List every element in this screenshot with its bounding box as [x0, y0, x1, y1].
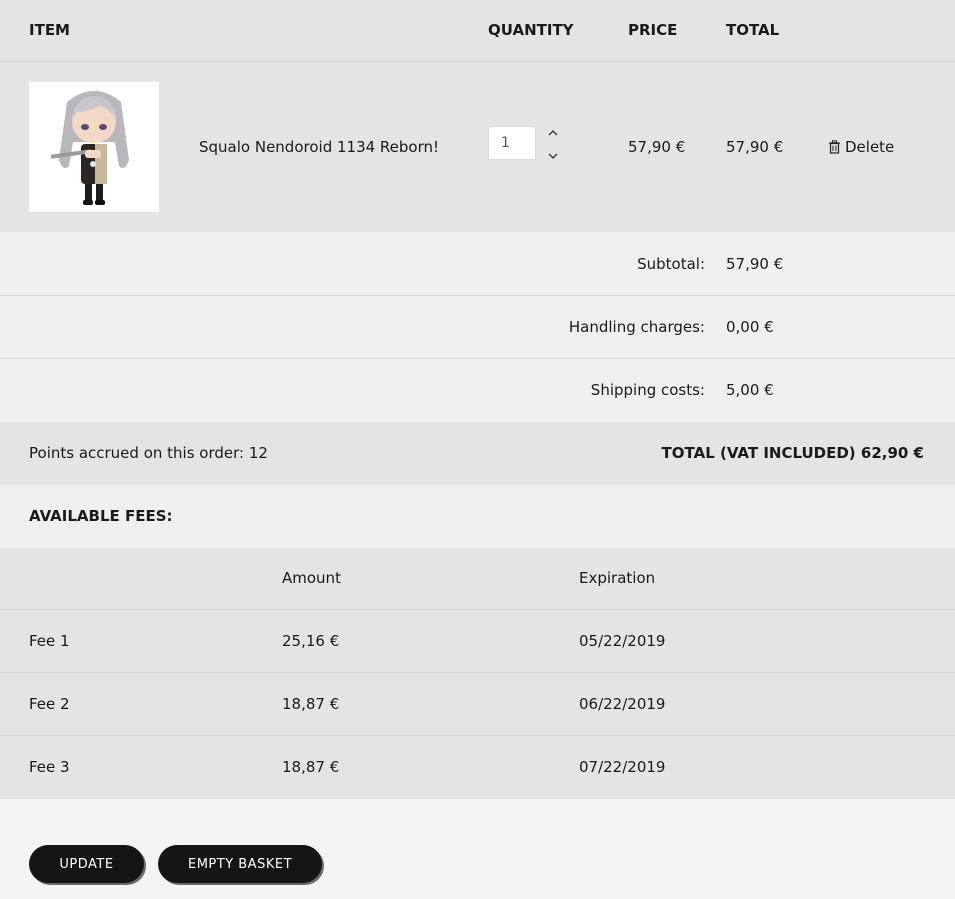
product-image[interactable] — [29, 82, 159, 212]
grand-total: TOTAL (VAT INCLUDED) 62,90 € — [661, 444, 924, 462]
subtotal-row: Subtotal: 57,90 € — [0, 232, 955, 296]
fee-expiration: 06/22/2019 — [579, 695, 666, 713]
fees-title-row: AVAILABLE FEES: — [0, 485, 955, 548]
trash-icon — [829, 140, 840, 154]
fees-col-expiration: Expiration — [579, 569, 656, 587]
points-text: Points accrued on this order: 12 — [29, 444, 268, 462]
cart-header: ITEM QUANTITY PRICE TOTAL — [0, 0, 955, 62]
table-row: Fee 1 25,16 € 05/22/2019 — [0, 610, 955, 673]
fees-col-amount: Amount — [282, 569, 341, 587]
quantity-decrease[interactable] — [546, 149, 560, 163]
delete-label: Delete — [845, 138, 895, 156]
chevron-down-icon — [548, 153, 558, 159]
quantity-increase[interactable] — [546, 126, 560, 140]
fee-name: Fee 1 — [29, 632, 70, 650]
chevron-up-icon — [548, 130, 558, 136]
fee-expiration: 05/22/2019 — [579, 632, 666, 650]
table-row: Fee 3 18,87 € 07/22/2019 — [0, 736, 955, 799]
shipping-label: Shipping costs: — [590, 381, 705, 399]
update-button[interactable]: UPDATE — [29, 845, 144, 883]
shipping-row: Shipping costs: 5,00 € — [0, 359, 955, 422]
item-total: 57,90 € — [726, 138, 784, 156]
fee-expiration: 07/22/2019 — [579, 758, 666, 776]
header-price: PRICE — [628, 21, 678, 39]
fee-amount: 18,87 € — [282, 758, 340, 776]
fee-amount: 25,16 € — [282, 632, 340, 650]
table-row: Fee 2 18,87 € 06/22/2019 — [0, 673, 955, 736]
header-item: ITEM — [29, 21, 70, 39]
shipping-value: 5,00 € — [726, 381, 774, 399]
header-total: TOTAL — [726, 21, 780, 39]
handling-row: Handling charges: 0,00 € — [0, 296, 955, 359]
product-name[interactable]: Squalo Nendoroid 1134 Reborn! — [199, 138, 439, 156]
subtotal-value: 57,90 € — [726, 255, 784, 273]
fee-amount: 18,87 € — [282, 695, 340, 713]
fees-title: AVAILABLE FEES: — [29, 507, 173, 525]
fees-header: Amount Expiration — [0, 548, 955, 610]
item-price: 57,90 € — [628, 138, 686, 156]
subtotal-label: Subtotal: — [637, 255, 705, 273]
header-quantity: QUANTITY — [488, 21, 574, 39]
quantity-input[interactable]: 1 — [488, 126, 536, 160]
handling-label: Handling charges: — [568, 318, 705, 336]
fee-name: Fee 2 — [29, 695, 70, 713]
cart-item-row: Squalo Nendoroid 1134 Reborn! 1 57,90 € … — [0, 62, 955, 232]
empty-basket-button[interactable]: EMPTY BASKET — [158, 845, 322, 883]
handling-value: 0,00 € — [726, 318, 774, 336]
total-row: Points accrued on this order: 12 TOTAL (… — [0, 422, 955, 485]
delete-button[interactable]: Delete — [828, 138, 894, 156]
fee-name: Fee 3 — [29, 758, 70, 776]
